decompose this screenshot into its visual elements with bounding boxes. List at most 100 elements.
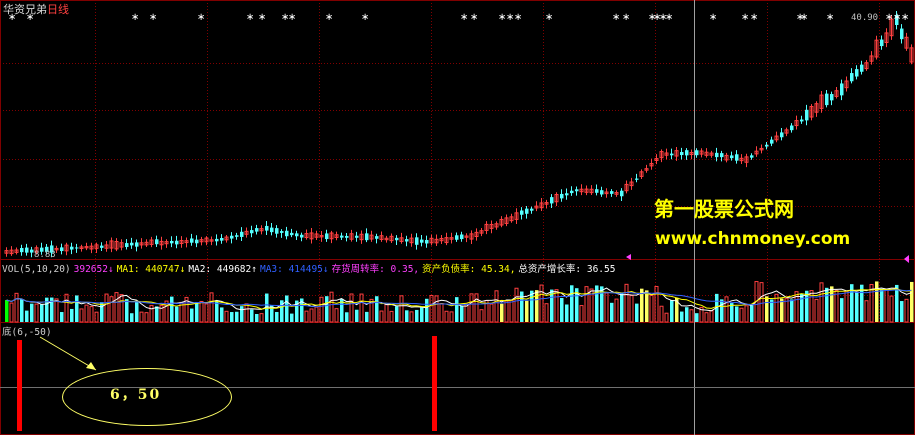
volume-bar [904,298,909,323]
candle-body-down [800,119,804,122]
candle-body-down [135,242,139,247]
volume-bar [765,296,769,322]
volume-bar [384,304,389,323]
volume-bar [659,305,664,323]
volume-bar [834,289,839,323]
volume-bar [54,298,59,323]
volume-bar [355,309,359,322]
volume-bar [259,313,264,323]
volume-bar [504,300,509,323]
candle-body-down [240,231,244,237]
candle-body-down [840,83,844,96]
volume-bar [109,296,114,323]
candle-body-down [130,242,134,246]
candle-body-down [190,238,194,243]
volume-bar [84,304,89,323]
chart-period[interactable]: 日线 [47,3,69,16]
candle-body-down [300,234,304,238]
candle-body-down [195,239,199,244]
candle-body-down [825,93,829,106]
volume-bar [60,312,64,322]
candle-body-down [220,237,224,241]
candle-body-down [250,230,254,234]
candle-body-down [720,153,724,158]
candle-body-down [610,191,614,194]
volume-bar [420,307,424,322]
volume-bar [30,303,34,322]
volume-bar [584,286,589,323]
volume-bar [855,292,859,322]
volume-legend-item: MA1: 440747↓ [116,264,186,275]
volume-bar [464,303,469,323]
volume-bar [14,292,19,323]
signal-star-icon: ∗ [622,12,630,23]
annotation-arrow-head [86,362,96,370]
volume-bar [79,308,84,323]
candle-body-down [750,155,754,158]
signal-stars: ∗ ∗ ∗ ∗ ∗ ∗ ∗ ∗∗ ∗ ∗ ∗ ∗ ∗ ∗ ∗ ∗ ∗ ∗ ∗∗∗∗ ∗ ∗ ∗ ∗∗ ∗ ∗ ∗ ∗ [8,12,909,23]
volume-bar [20,299,24,322]
candle-body-down [20,248,24,253]
candle-body-down [575,189,579,192]
volume-bar [560,297,564,322]
candle-body-down [460,234,464,240]
volume-bar [439,303,444,323]
candle-body-down [455,235,459,240]
volume-bar [735,306,739,322]
candle-body-down [60,247,64,252]
volume-bar [405,310,409,322]
candle-body-down [770,139,774,144]
volume-bar [800,293,804,322]
candle-body-down [860,64,864,72]
candle-body-down [345,235,349,238]
volume-bar [530,290,534,322]
volume-bar [554,289,559,323]
volume-bar [395,306,399,322]
signal-star-icon: ∗ [709,12,717,23]
stock-name: 华资兄弟 [3,3,47,16]
candle-body-down [295,233,299,237]
volume-bar [425,298,429,322]
signal-star-icon: ∗ [750,12,758,23]
candle-body-down [25,247,29,253]
signal-star-icon: ∗ [258,12,266,23]
candle-body-down [125,243,129,248]
volume-bar [544,303,549,323]
volume-bar [900,301,904,322]
volume-bar [285,295,289,322]
volume-bar [244,303,249,323]
volume-bar [34,303,39,323]
candle-body-down [375,236,379,239]
candle-body-down [735,154,739,161]
candle-body-down [405,239,409,242]
candle-body-down [715,152,719,158]
candle-body-down [340,235,344,238]
candle-body-down [780,132,784,138]
volume-bar [325,296,329,322]
candle-body-down [235,235,239,237]
volume-bar [840,298,844,322]
volume-bar [645,290,649,322]
volume-bar [240,306,244,322]
candle-body-down [170,240,174,244]
volume-legend: VOL(5,10,20) 392652↓ MA1: 440747↓ MA2: 4496… [2,261,618,275]
signal-star-icon: ∗ [470,12,478,23]
volume-bar [614,298,619,323]
volume-bar [409,311,414,323]
signal-star-icon: ∗ [665,12,673,23]
volume-bar [784,298,789,323]
volume-bar [514,287,519,323]
candle-body-down [685,150,689,156]
volume-bar [474,293,479,323]
signal-star-icon: ∗ [901,12,909,23]
volume-bar [565,304,569,322]
watermark-url: www.chnmoney.com [655,229,851,249]
volume-bar [314,306,319,323]
volume-bar [359,293,364,323]
volume-bar [819,282,824,323]
candle-body-down [880,39,884,47]
volume-bar [40,304,44,322]
indicator-label: 底(6,-50) [2,327,52,338]
volume-bar [130,313,134,322]
candle-body-down [680,152,684,156]
